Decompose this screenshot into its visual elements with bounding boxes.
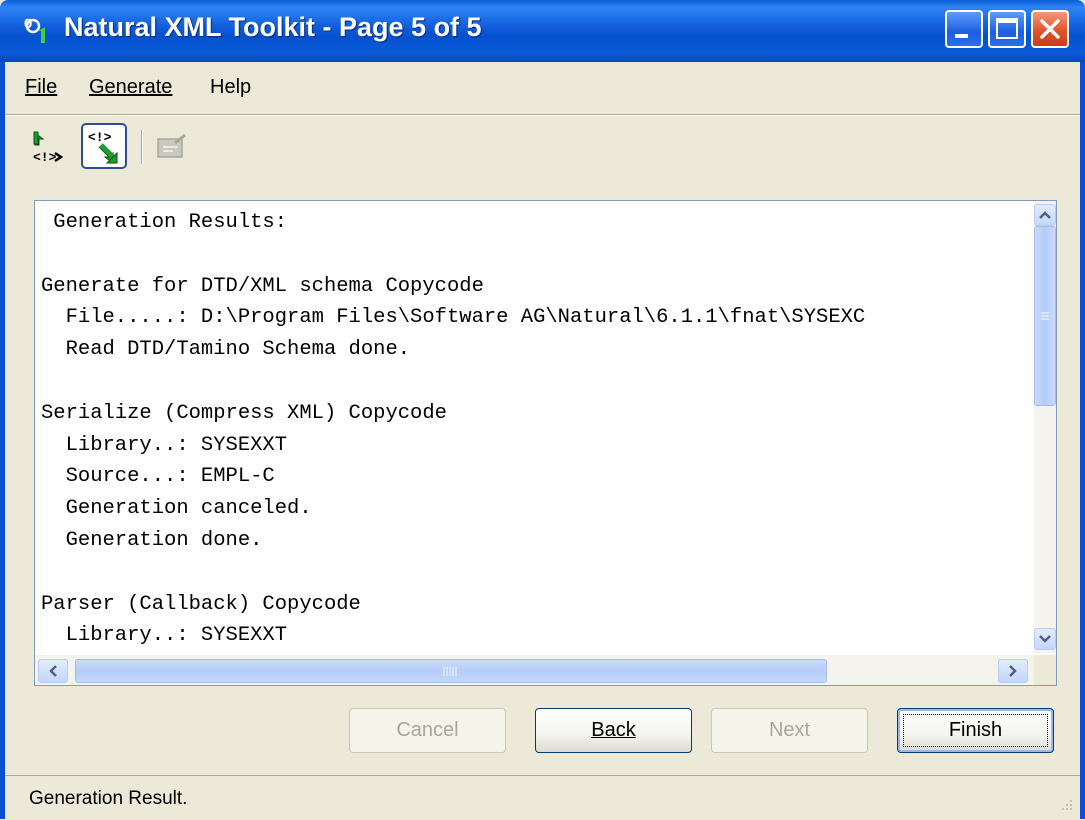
- status-text: Generation Result.: [29, 788, 188, 809]
- natural-to-xml-button[interactable]: <!>: [81, 123, 127, 169]
- result-line: Library..: SYSEXXT: [41, 433, 288, 457]
- chevron-up-icon: [1039, 211, 1051, 219]
- back-button[interactable]: Back: [535, 708, 692, 753]
- resize-grip-icon[interactable]: [1056, 796, 1074, 814]
- close-icon: [1040, 19, 1060, 39]
- status-bar: Generation Result.: [5, 775, 1080, 820]
- natural-to-xml-icon: <!>: [88, 130, 118, 164]
- finish-button[interactable]: Finish: [897, 708, 1054, 753]
- next-button-label: Next: [768, 719, 811, 741]
- vertical-scrollbar[interactable]: [1034, 201, 1056, 653]
- menu-file[interactable]: File: [25, 76, 57, 99]
- chevron-down-icon: [1039, 635, 1051, 643]
- xml-to-natural-button[interactable]: <!>: [27, 123, 73, 169]
- back-button-label: Back: [591, 719, 636, 741]
- minimize-button[interactable]: [945, 10, 983, 48]
- menu-help[interactable]: Help: [210, 76, 251, 99]
- menu-help-label: Help: [210, 76, 252, 98]
- minimize-icon: [955, 34, 968, 38]
- result-line: Library..: SYSEXXT: [41, 624, 288, 648]
- svg-text:<!>: <!>: [88, 130, 112, 145]
- app-icon: ⁰: [24, 14, 58, 48]
- vertical-scroll-thumb[interactable]: [1034, 226, 1056, 406]
- maximize-button[interactable]: [988, 10, 1026, 48]
- result-line: File.....: D:\Program Files\Software AG\…: [41, 306, 866, 330]
- chevron-left-icon: [49, 665, 57, 677]
- svg-text:<!>: <!>: [33, 150, 57, 165]
- result-line: Serialize (Compress XML) Copycode: [41, 401, 447, 425]
- scroll-left-button[interactable]: [38, 659, 68, 683]
- generation-results-text: Generation Results: Generate for DTD/XML …: [41, 207, 1031, 651]
- grip-icon: [1041, 312, 1049, 320]
- result-line: Parser (Callback) Copycode: [41, 592, 361, 616]
- result-line: Generation Results:: [41, 211, 288, 234]
- scroll-down-button[interactable]: [1034, 628, 1056, 650]
- menu-generate[interactable]: Generate: [89, 76, 172, 99]
- result-line: [41, 557, 1031, 589]
- chevron-right-icon: [1009, 665, 1017, 677]
- edit-disabled-icon: [157, 133, 186, 158]
- scroll-up-button[interactable]: [1034, 204, 1056, 226]
- horizontal-scrollbar[interactable]: [35, 655, 1035, 685]
- result-line: Generation canceled.: [41, 497, 312, 521]
- title-bar[interactable]: ⁰ Natural XML Toolkit - Page 5 of 5: [0, 0, 1085, 62]
- result-line: Generate for DTD/XML schema Copycode: [41, 274, 484, 298]
- result-line: [41, 366, 1031, 398]
- window-frame-right: [1080, 62, 1085, 819]
- toolbar: <!> <!>: [5, 118, 1080, 182]
- menu-file-label: File: [25, 76, 58, 98]
- cancel-button-label: Cancel: [396, 719, 459, 741]
- result-line: Read DTD/Tamino Schema done.: [41, 338, 411, 362]
- menu-bar: File Generate Help: [5, 62, 1080, 114]
- toolbar-separator: [141, 130, 142, 164]
- result-line: Generation done.: [41, 528, 263, 552]
- result-line: Source...: EMPL-C: [41, 465, 275, 489]
- next-button[interactable]: Next: [711, 708, 868, 753]
- result-line: [41, 239, 1031, 271]
- generation-results-textarea[interactable]: Generation Results: Generate for DTD/XML …: [34, 200, 1057, 686]
- scroll-right-button[interactable]: [998, 659, 1028, 683]
- window-title: Natural XML Toolkit - Page 5 of 5: [64, 12, 482, 42]
- xml-to-natural-icon: <!>: [33, 131, 64, 165]
- menu-generate-label: Generate: [89, 76, 173, 98]
- cancel-button[interactable]: Cancel: [349, 708, 506, 753]
- scrollbar-corner: [1034, 655, 1056, 685]
- horizontal-scroll-thumb[interactable]: [75, 659, 827, 683]
- close-button[interactable]: [1031, 10, 1069, 48]
- grip-icon: [443, 667, 457, 676]
- focus-ring: [903, 714, 1048, 747]
- maximize-icon: [996, 18, 1018, 39]
- edit-button[interactable]: [151, 123, 197, 169]
- menu-separator-highlight: [5, 115, 1080, 116]
